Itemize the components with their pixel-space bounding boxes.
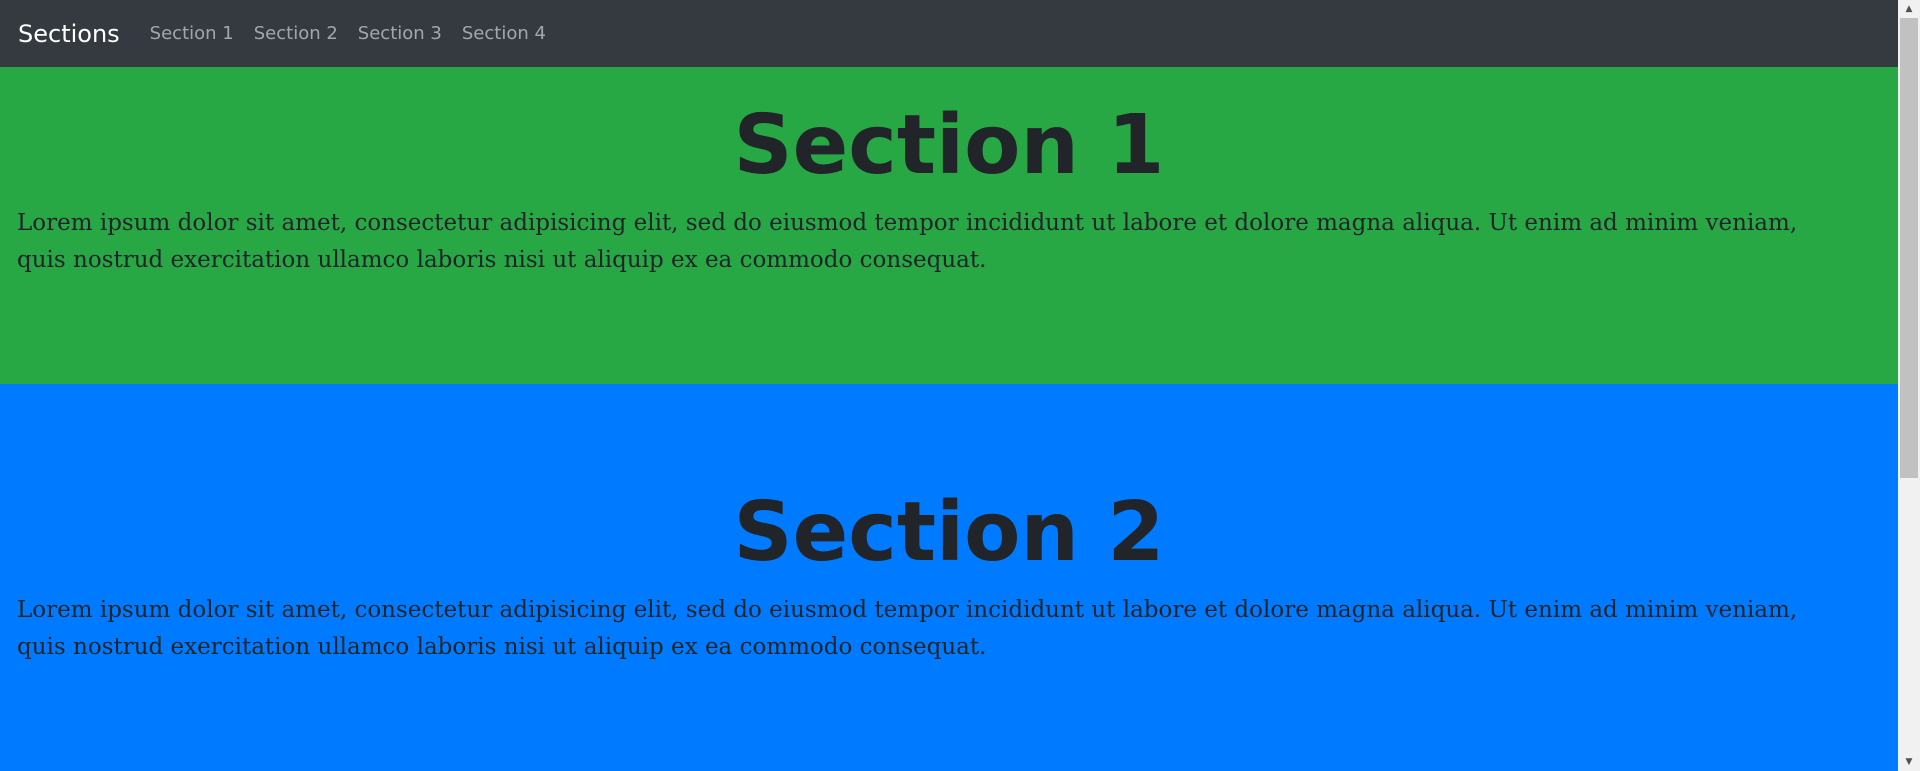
scroll-down-icon[interactable]: ▼ xyxy=(1898,753,1920,771)
scroll-up-icon[interactable]: ▲ xyxy=(1898,0,1920,18)
nav-link-section-4[interactable]: Section 4 xyxy=(462,24,546,43)
section-2-text: Lorem ipsum dolor sit amet, consectetur … xyxy=(17,597,1798,660)
section-2: Section 2 Lorem ipsum dolor sit amet, co… xyxy=(0,384,1898,771)
section-1-text: Lorem ipsum dolor sit amet, consectetur … xyxy=(17,210,1798,273)
navbar: Sections Section 1 Section 2 Section 3 S… xyxy=(0,0,1898,67)
nav-link-section-1[interactable]: Section 1 xyxy=(150,24,234,43)
nav-links: Section 1 Section 2 Section 3 Section 4 xyxy=(150,24,546,43)
navbar-brand[interactable]: Sections xyxy=(18,22,120,46)
section-1-title: Section 1 xyxy=(733,98,1165,193)
section-1: Section 1 Lorem ipsum dolor sit amet, co… xyxy=(0,67,1898,384)
page: Sections Section 1 Section 2 Section 3 S… xyxy=(0,0,1920,771)
nav-link-section-3[interactable]: Section 3 xyxy=(358,24,442,43)
vertical-scrollbar[interactable]: ▲ ▼ xyxy=(1898,0,1920,771)
nav-link-section-2[interactable]: Section 2 xyxy=(254,24,338,43)
section-2-title: Section 2 xyxy=(733,485,1165,580)
scroll-thumb[interactable] xyxy=(1900,18,1918,478)
viewport: Sections Section 1 Section 2 Section 3 S… xyxy=(0,0,1898,771)
